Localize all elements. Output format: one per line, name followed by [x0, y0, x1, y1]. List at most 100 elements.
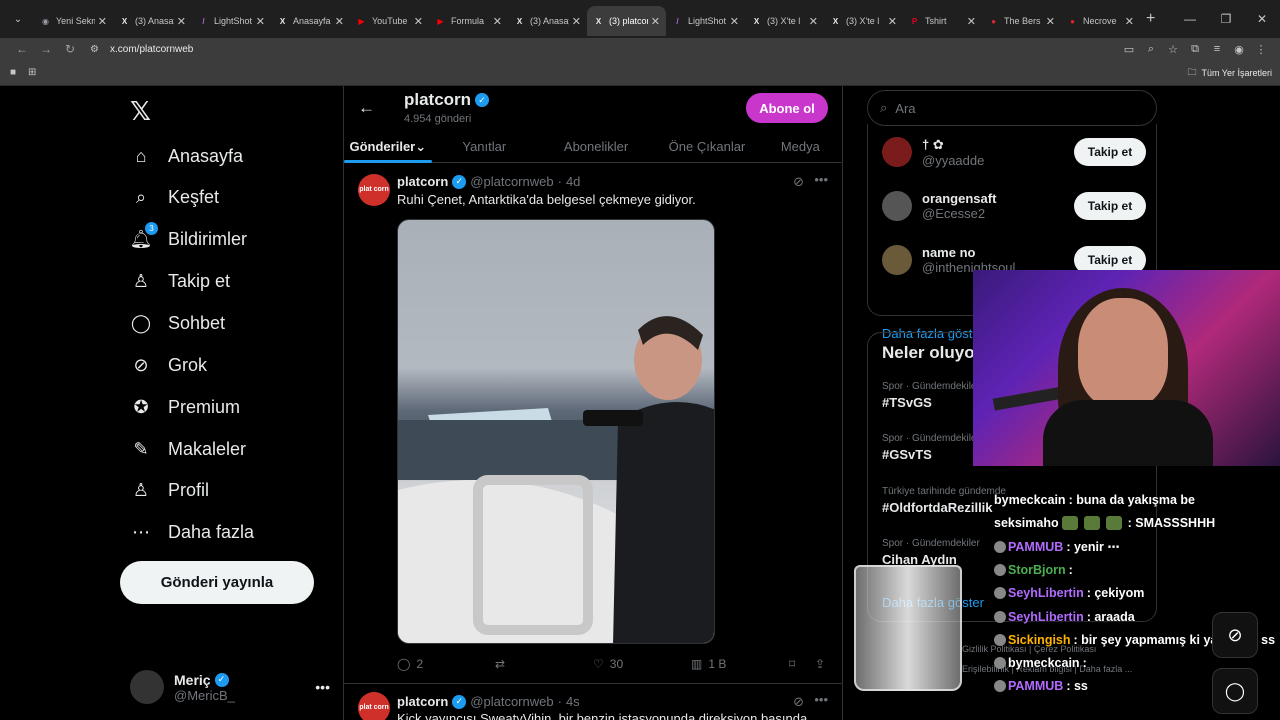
zoom-icon[interactable]: ⌕	[1140, 43, 1162, 56]
close-tab-icon[interactable]: ✕	[335, 15, 344, 28]
grok-icon[interactable]: ⊘	[793, 694, 804, 710]
grok-icon[interactable]: ⊘	[793, 174, 804, 190]
browser-tab[interactable]: ▶ Formula ✕	[429, 6, 508, 36]
close-tab-icon[interactable]: ✕	[651, 15, 660, 28]
close-tab-icon[interactable]: ✕	[730, 15, 739, 28]
tweet-more-icon[interactable]: •••	[814, 692, 828, 707]
tweet-author-name[interactable]: platcorn	[397, 174, 448, 189]
close-tab-icon[interactable]: ✕	[572, 15, 581, 28]
close-tab-icon[interactable]: ✕	[967, 15, 976, 28]
nav-item-anasayfa[interactable]: ⌂ Anasayfa	[130, 136, 244, 176]
browser-tab[interactable]: ● Necrove ✕	[1061, 6, 1140, 36]
x-logo-icon[interactable]: 𝕏	[130, 96, 151, 127]
tab-öne-çıkanlar[interactable]: Öne Çıkanlar	[655, 130, 758, 163]
close-tab-icon[interactable]: ✕	[888, 15, 897, 28]
back-arrow-icon[interactable]: ←	[358, 98, 375, 118]
tab-medya[interactable]: Medya	[759, 130, 842, 163]
all-bookmarks[interactable]: 🗀 Tüm Yer İşaretleri	[1187, 65, 1272, 81]
tweet-time[interactable]: 4d	[566, 174, 580, 189]
chat-username[interactable]: SeyhLibertin	[1008, 586, 1084, 600]
search-input[interactable]: ⌕ Ara	[867, 90, 1157, 126]
chat-username[interactable]: StorBjorn	[1008, 563, 1066, 577]
chat-username[interactable]: Sickingish	[1008, 633, 1071, 647]
close-tab-icon[interactable]: ✕	[1125, 15, 1134, 28]
tweet-author-name[interactable]: platcorn	[397, 694, 448, 709]
account-switcher[interactable]: Meriç ✓ @MericB_ •••	[130, 666, 330, 708]
chat-username[interactable]: PAMMUB	[1008, 540, 1063, 554]
nav-item-premium[interactable]: ✪ Premium	[130, 387, 240, 427]
browser-tab[interactable]: X (3) X'te l ✕	[745, 6, 824, 36]
browser-tab[interactable]: X (3) X'te l ✕	[824, 6, 903, 36]
close-tab-icon[interactable]: ✕	[493, 15, 502, 28]
chat-username[interactable]: SeyhLibertin	[1008, 610, 1084, 624]
nav-item-bildirimler[interactable]: 🔔︎ 3 Bildirimler	[130, 219, 247, 259]
back-icon[interactable]: ←	[10, 42, 34, 56]
share-button[interactable]: ⇪	[815, 657, 825, 671]
tweet-author-handle[interactable]: @platcornweb	[470, 174, 553, 189]
nav-item-grok[interactable]: ⊘ Grok	[130, 345, 207, 385]
avatar[interactable]	[882, 137, 912, 167]
footer-link[interactable]: Daha fazla ...	[1079, 664, 1132, 674]
browser-tab[interactable]: X (3) platcorn✕	[587, 6, 666, 36]
media-icon[interactable]: ≡	[1206, 43, 1228, 55]
browser-tab[interactable]: / LightShot ✕	[192, 6, 271, 36]
tweet-avatar[interactable]: plat corn	[358, 174, 390, 206]
close-window-icon[interactable]: ✕	[1244, 12, 1280, 26]
cast-icon[interactable]: ▭	[1118, 43, 1140, 56]
follow-button[interactable]: Takip et	[1074, 138, 1146, 166]
bookmark-square-icon[interactable]: ■	[10, 67, 16, 78]
messages-float-button[interactable]: ◯	[1212, 668, 1258, 714]
browser-tab[interactable]: X Anasayfa ✕	[271, 6, 350, 36]
follow-button[interactable]: Takip et	[1074, 192, 1146, 220]
browser-tab[interactable]: X (3) Anasayfa✕	[113, 6, 192, 36]
chat-username[interactable]: bymeckcain	[1008, 656, 1080, 670]
reload-icon[interactable]: ↻	[58, 42, 82, 56]
post-button[interactable]: Gönderi yayınla	[120, 561, 314, 604]
subscribe-button[interactable]: Abone ol	[746, 93, 828, 123]
chat-username[interactable]: bymeckcain	[994, 493, 1066, 507]
more-options-icon[interactable]: •••	[315, 679, 330, 695]
views-button[interactable]: ▥ 1 B	[691, 657, 789, 671]
browser-tab[interactable]: / LightShot ✕	[666, 6, 745, 36]
chat-username[interactable]: PAMMUB	[1008, 679, 1063, 693]
follow-suggestion[interactable]: orangensaft @Ecesse2 Takip et	[882, 184, 1146, 228]
reply-button[interactable]: ◯ 2	[397, 657, 495, 671]
trend-item[interactable]: Türkiye tarihinde gündemde #OldfortdaRezi…	[882, 486, 1006, 515]
nav-item-makaleler[interactable]: ✎ Makaleler	[130, 429, 246, 469]
nav-item-profil[interactable]: ♙ Profil	[130, 470, 209, 510]
avatar[interactable]	[882, 191, 912, 221]
tab-yanıtlar[interactable]: Yanıtlar	[432, 130, 537, 163]
tweet-author-handle[interactable]: @platcornweb	[470, 694, 553, 709]
tweet[interactable]: plat corn platcorn ✓ @platcornweb · 4s ⊘…	[344, 686, 842, 720]
close-tab-icon[interactable]: ✕	[256, 15, 265, 28]
menu-icon[interactable]: ⋮	[1250, 43, 1272, 56]
address-bar[interactable]: ⚙ x.com/platcornweb	[90, 39, 1118, 59]
forward-icon[interactable]: →	[34, 42, 58, 56]
bookmark-button[interactable]: ⌑	[789, 657, 815, 671]
tweet-time[interactable]: 4s	[566, 694, 580, 709]
repost-button[interactable]: ⇄	[495, 657, 593, 671]
tab-gönderiler[interactable]: Gönderiler ⌄	[344, 130, 432, 163]
trend-item[interactable]: Spor · Gündemdekiler #GSvTS	[882, 433, 980, 462]
follow-suggestion[interactable]: † ✿ @yyaadde Takip et	[882, 130, 1146, 174]
restore-icon[interactable]: ❐	[1208, 12, 1244, 26]
tweet-avatar[interactable]: plat corn	[358, 692, 390, 720]
browser-tab[interactable]: P Tshirt ✕	[903, 6, 982, 36]
nav-item-keşfet[interactable]: ⌕ Keşfet	[130, 177, 219, 217]
site-info-icon[interactable]: ⚙	[90, 44, 104, 55]
nav-item-takip-et[interactable]: ♙ Takip et	[130, 261, 230, 301]
apps-grid-icon[interactable]: ⊞	[28, 67, 36, 78]
chat-username[interactable]: seksimaho	[994, 516, 1059, 530]
new-tab-icon[interactable]: +	[1146, 10, 1155, 28]
close-tab-icon[interactable]: ✕	[414, 15, 423, 28]
minimize-icon[interactable]: —	[1172, 12, 1208, 26]
bookmark-star-icon[interactable]: ☆	[1162, 43, 1184, 56]
close-tab-icon[interactable]: ✕	[809, 15, 818, 28]
avatar[interactable]	[882, 245, 912, 275]
tweet[interactable]: plat corn platcorn ✓ @platcornweb · 4d ⊘…	[344, 164, 842, 684]
tab-search-icon[interactable]: ⌄	[8, 9, 28, 29]
grok-float-button[interactable]: ⊘	[1212, 612, 1258, 658]
close-tab-icon[interactable]: ✕	[1046, 15, 1055, 28]
tweet-photo[interactable]	[397, 219, 715, 644]
extensions-icon[interactable]: ⧉	[1184, 43, 1206, 56]
